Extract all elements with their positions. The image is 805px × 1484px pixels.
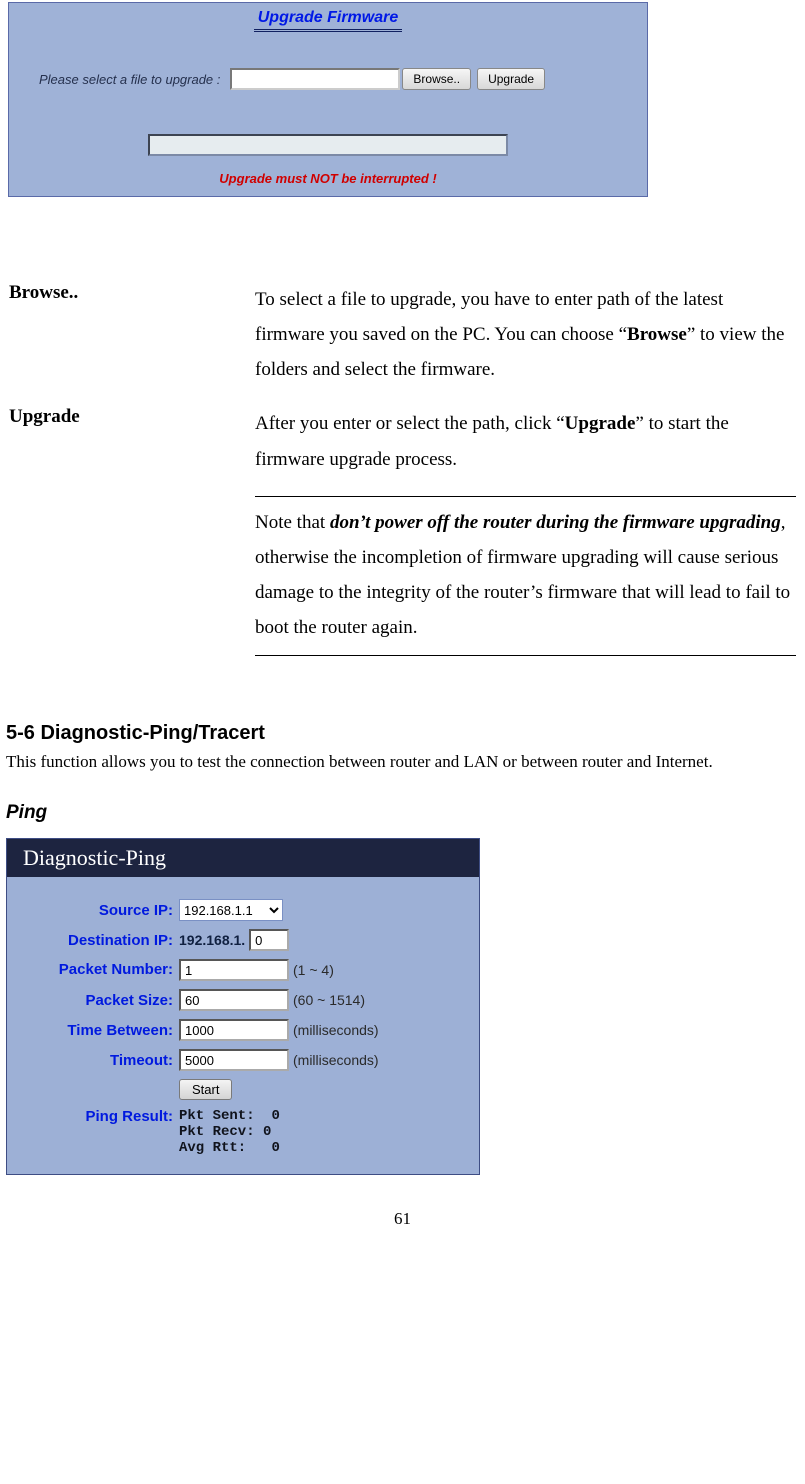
desc-upgrade: After you enter or select the path, clic…	[254, 405, 797, 492]
packet-number-hint: (1 ~ 4)	[293, 962, 334, 978]
desc-browse: To select a file to upgrade, you have to…	[254, 281, 797, 403]
diagnostic-ping-panel: Diagnostic-Ping Source IP: 192.168.1.1 D…	[6, 838, 480, 1175]
time-between-label: Time Between:	[19, 1022, 179, 1039]
upgrade-button[interactable]: Upgrade	[477, 68, 545, 90]
upgrade-warning: Upgrade must NOT be interrupted !	[9, 171, 647, 196]
section-heading: 5-6 Diagnostic-Ping/Tracert	[6, 722, 799, 745]
ping-heading: Ping	[6, 802, 799, 824]
page-number: 61	[6, 1209, 799, 1229]
packet-size-input[interactable]	[179, 989, 289, 1011]
destination-ip-input[interactable]	[249, 929, 289, 951]
time-between-hint: (milliseconds)	[293, 1022, 379, 1038]
start-button[interactable]: Start	[179, 1079, 232, 1100]
timeout-label: Timeout:	[19, 1052, 179, 1069]
upgrade-firmware-title: Upgrade Firmware	[254, 9, 402, 32]
upgrade-progress-bar	[148, 134, 508, 156]
packet-size-label: Packet Size:	[19, 992, 179, 1009]
term-browse: Browse..	[8, 281, 252, 403]
description-table: Browse.. To select a file to upgrade, yo…	[6, 279, 799, 674]
upgrade-note: Note that don’t power off the router dur…	[255, 496, 796, 657]
firmware-file-input[interactable]	[230, 68, 400, 90]
timeout-hint: (milliseconds)	[293, 1052, 379, 1068]
packet-number-input[interactable]	[179, 959, 289, 981]
destination-ip-prefix: 192.168.1.	[179, 932, 245, 948]
time-between-input[interactable]	[179, 1019, 289, 1041]
destination-ip-label: Destination IP:	[19, 932, 179, 949]
term-upgrade: Upgrade	[8, 405, 252, 492]
upgrade-firmware-panel: Upgrade Firmware Please select a file to…	[8, 2, 648, 197]
source-ip-label: Source IP:	[19, 902, 179, 919]
select-file-label: Please select a file to upgrade :	[39, 72, 220, 87]
browse-button[interactable]: Browse..	[402, 68, 471, 90]
diagnostic-ping-title: Diagnostic-Ping	[7, 839, 479, 877]
section-body: This function allows you to test the con…	[6, 751, 799, 774]
ping-result-sent: Pkt Sent: 0	[179, 1108, 280, 1124]
ping-result-rtt: Avg Rtt: 0	[179, 1140, 280, 1156]
packet-number-label: Packet Number:	[19, 962, 179, 979]
source-ip-select[interactable]: 192.168.1.1	[179, 899, 283, 921]
packet-size-hint: (60 ~ 1514)	[293, 992, 365, 1008]
timeout-input[interactable]	[179, 1049, 289, 1071]
ping-result-recv: Pkt Recv: 0	[179, 1124, 280, 1140]
ping-result-label: Ping Result:	[19, 1108, 179, 1125]
